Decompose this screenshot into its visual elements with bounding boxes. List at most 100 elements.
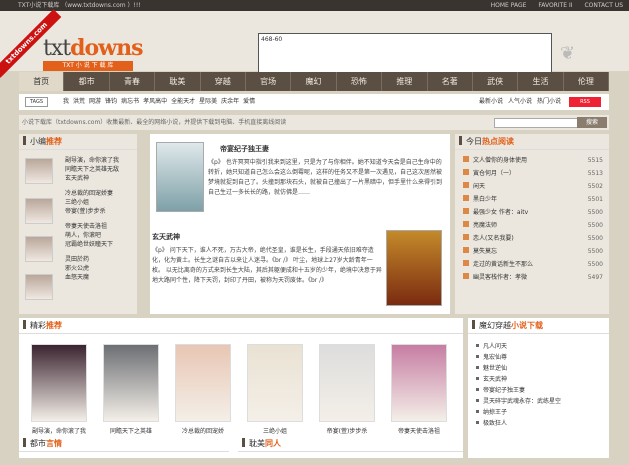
nav-item[interactable]: 生活 xyxy=(518,72,564,91)
hot-read-row[interactable]: 黑白少年 5501 xyxy=(463,195,603,205)
hot-read-title[interactable]: 走过的黄话新生不那么 xyxy=(473,261,533,268)
hot-read-row[interactable]: 文人僧你的身体使用 5515 xyxy=(463,156,603,166)
book-thumbnail[interactable] xyxy=(25,236,53,262)
home-page-link[interactable]: HOME PAGE xyxy=(491,2,527,9)
list-item[interactable]: 帝妻天使击洛祖 xyxy=(65,222,119,231)
quick-link[interactable]: 热门小说 xyxy=(537,98,561,105)
hot-read-row[interactable]: 最强少女 作者：aitv 5500 xyxy=(463,208,603,218)
list-item[interactable]: 副导演，命你滚了我 xyxy=(65,156,119,165)
fantasy-item[interactable]: 纳掠王子 xyxy=(476,408,507,417)
hot-read-title[interactable]: 幽灵客栈作者：孝微 xyxy=(473,274,527,281)
rss-icon[interactable]: RSS xyxy=(569,97,601,107)
fantasy-item[interactable]: 玄天武神 xyxy=(476,375,507,384)
list-item[interactable]: 同瞻天下之英雄无敌 xyxy=(65,165,119,174)
fantasy-item[interactable]: 凡人问天 xyxy=(476,342,507,351)
list-item[interactable]: 灵田於药 xyxy=(65,255,119,264)
tag-link[interactable]: 爱情 xyxy=(243,98,255,105)
hot-read-title[interactable]: 亮魔法师 xyxy=(473,222,497,229)
hot-read-title[interactable]: 文人僧你的身体使用 xyxy=(473,157,527,164)
fantasy-item[interactable]: 帝宴纪子独王妻 xyxy=(476,386,525,395)
tag-link[interactable]: 孝风高中 xyxy=(143,98,167,105)
hot-read-row[interactable]: 走过的黄话新生不那么 5500 xyxy=(463,260,603,270)
fantasy-title[interactable]: 魅世逆仙 xyxy=(483,365,507,372)
fantasy-item[interactable]: 灵天碎宇武魂永存：武练星空 xyxy=(476,397,561,406)
book-thumbnail[interactable] xyxy=(25,198,53,224)
list-item[interactable]: 帝宴(萱)步步杀 xyxy=(65,207,119,216)
hot-read-title[interactable]: 恋人(又名我要) xyxy=(473,235,514,242)
nav-item[interactable]: 穿越 xyxy=(201,72,246,91)
fantasy-title[interactable]: 玄天武神 xyxy=(483,376,507,383)
book-cover[interactable] xyxy=(175,344,231,422)
hot-read-title[interactable]: 黑白少年 xyxy=(473,196,497,203)
fantasy-title[interactable]: 鬼宏仙尊 xyxy=(483,354,507,361)
book-thumbnail[interactable] xyxy=(25,158,53,184)
tag-link[interactable]: 洪荒 xyxy=(73,98,85,105)
list-item[interactable]: 玄天武神 xyxy=(65,174,119,183)
tag-link[interactable]: 全能天才 xyxy=(171,98,195,105)
nav-item[interactable]: 青春 xyxy=(110,72,156,91)
book-cover[interactable] xyxy=(391,344,447,422)
book-label[interactable]: 冷总裁的回宠娇 xyxy=(170,426,236,435)
book-cover[interactable] xyxy=(247,344,303,422)
hot-read-row[interactable]: 寅仓何月（一） 5513 xyxy=(463,169,603,179)
list-item[interactable]: 萌人，你滚吧 xyxy=(65,231,119,240)
book-cover[interactable] xyxy=(103,344,159,422)
search-button[interactable]: 搜索 xyxy=(577,117,607,128)
fantasy-item[interactable]: 鬼宏仙尊 xyxy=(476,353,507,362)
ad-banner[interactable]: 468-60 xyxy=(258,33,552,76)
book-cover[interactable] xyxy=(386,230,442,306)
contact-us-link[interactable]: CONTACT US xyxy=(584,2,623,9)
quick-link[interactable]: 最新小说 xyxy=(479,98,503,105)
book-thumbnail[interactable] xyxy=(25,274,53,300)
hot-read-title[interactable]: 闲天 xyxy=(473,183,485,190)
book-title[interactable]: 帝宴纪子独王妻 xyxy=(220,144,269,154)
book-cover[interactable] xyxy=(156,142,204,212)
hot-read-title[interactable]: 最强少女 作者：aitv xyxy=(473,209,528,216)
hot-read-title[interactable]: 寅仓何月（一） xyxy=(473,170,515,177)
tag-link[interactable]: 星际美 xyxy=(199,98,217,105)
hot-read-row[interactable]: 莫失莫忘 5500 xyxy=(463,247,603,257)
nav-item[interactable]: 耽美 xyxy=(155,72,201,91)
hot-read-row[interactable]: 闲天 5502 xyxy=(463,182,603,192)
list-item[interactable]: 冷总裁的回宠娇妻 xyxy=(65,189,119,198)
list-item[interactable]: 三绝小姐 xyxy=(65,198,119,207)
fantasy-item[interactable]: 极致狂人 xyxy=(476,419,507,428)
nav-item[interactable]: 魔幻 xyxy=(291,72,337,91)
hot-read-row[interactable]: 幽灵客栈作者：孝微 5497 xyxy=(463,273,603,283)
book-title[interactable]: 玄天武神 xyxy=(152,232,180,242)
nav-item[interactable]: 首页 xyxy=(19,72,65,91)
hot-read-title[interactable]: 莫失莫忘 xyxy=(473,248,497,255)
list-item[interactable]: 血怒天魔 xyxy=(65,273,119,282)
book-label[interactable]: 帝妻天使击洛祖 xyxy=(386,426,452,435)
nav-item[interactable]: 名著 xyxy=(428,72,473,91)
hot-read-row[interactable]: 恋人(又名我要) 5500 xyxy=(463,234,603,244)
book-cover[interactable] xyxy=(31,344,87,422)
fantasy-title[interactable]: 纳掠王子 xyxy=(483,409,507,416)
favorite-link[interactable]: FAVORITE II xyxy=(538,2,572,9)
quick-link[interactable]: 人气小说 xyxy=(508,98,532,105)
nav-item[interactable]: 武侠 xyxy=(473,72,519,91)
tag-link[interactable]: 病忘书 xyxy=(121,98,139,105)
fantasy-title[interactable]: 帝宴纪子独王妻 xyxy=(483,387,525,394)
book-label[interactable]: 三绝小姐 xyxy=(242,426,308,435)
nav-item[interactable]: 都市 xyxy=(64,72,110,91)
book-label[interactable]: 同瞻天下之英雄 xyxy=(98,426,164,435)
nav-item[interactable]: 官场 xyxy=(246,72,292,91)
list-item[interactable]: 冠霸绝世妖瞳天下 xyxy=(65,240,119,249)
site-logo[interactable]: txtdowns TXT 小 说 下 载 库 xyxy=(43,37,143,73)
list-item[interactable]: 邪火公虎 xyxy=(65,264,119,273)
tag-link[interactable]: 庆余年 xyxy=(221,98,239,105)
nav-item[interactable]: 恐怖 xyxy=(337,72,383,91)
book-label[interactable]: 副导演，命你滚了我 xyxy=(26,426,92,435)
nav-item[interactable]: 伦理 xyxy=(564,72,610,91)
book-cover[interactable] xyxy=(319,344,375,422)
fantasy-title[interactable]: 灵天碎宇武魂永存：武练星空 xyxy=(483,398,561,405)
tag-link[interactable]: 锋钧 xyxy=(105,98,117,105)
tag-link[interactable]: 我 xyxy=(63,98,69,105)
fantasy-title[interactable]: 极致狂人 xyxy=(483,420,507,427)
tag-link[interactable]: 网游 xyxy=(89,98,101,105)
search-input[interactable] xyxy=(494,118,590,128)
fantasy-title[interactable]: 凡人问天 xyxy=(483,343,507,350)
book-label[interactable]: 帝宴(萱)步步杀 xyxy=(314,426,380,435)
nav-item[interactable]: 推理 xyxy=(382,72,428,91)
